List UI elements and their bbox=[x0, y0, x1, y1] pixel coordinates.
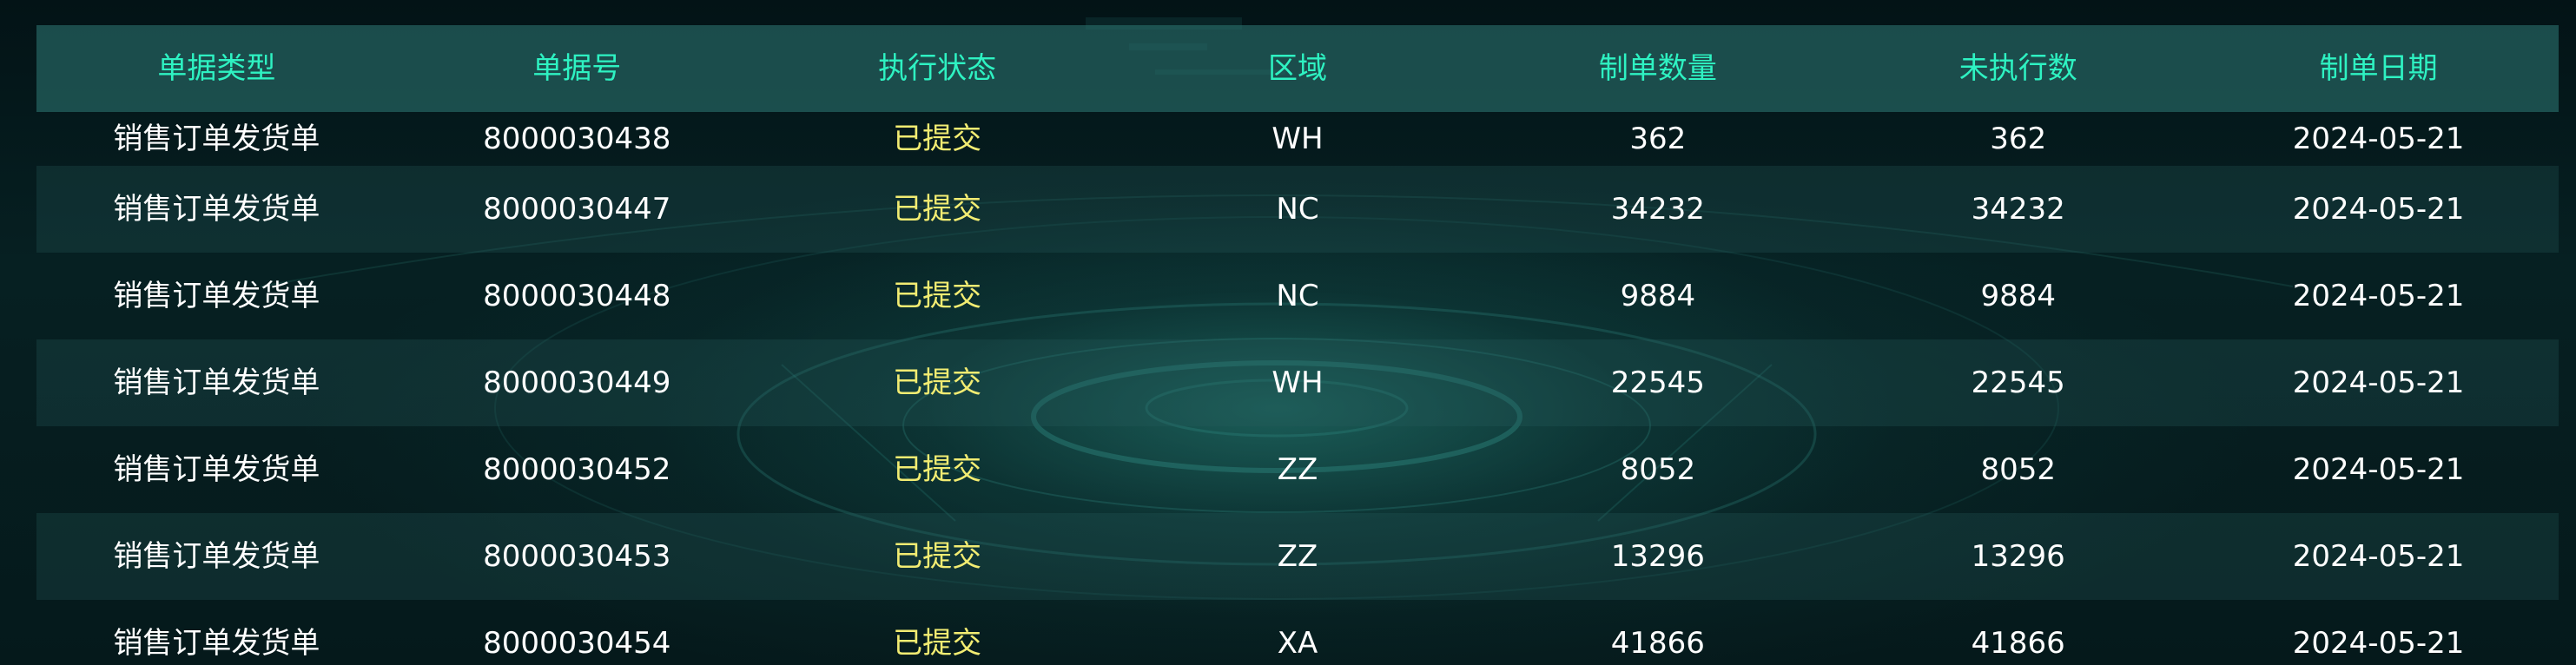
cell-unexecuted-count: 8052 bbox=[1980, 452, 2056, 487]
header-unexecuted-count[interactable]: 未执行数 bbox=[1838, 25, 2198, 112]
cell-execution-status: 已提交 bbox=[893, 192, 982, 227]
cell-order-quantity: 41866 bbox=[1610, 626, 1705, 661]
cell-region: ZZ bbox=[1277, 539, 1318, 574]
table-row[interactable]: 销售订单发货单 8000030448 已提交 NC 9884 9884 2024… bbox=[36, 253, 2559, 339]
cell-region: ZZ bbox=[1277, 452, 1318, 487]
cell-document-number: 8000030452 bbox=[483, 452, 671, 487]
cell-order-quantity: 8052 bbox=[1620, 452, 1696, 487]
cell-unexecuted-count: 22545 bbox=[1971, 365, 2065, 400]
cell-unexecuted-count: 13296 bbox=[1971, 539, 2065, 574]
cell-document-number: 8000030438 bbox=[483, 122, 671, 156]
cell-region: WH bbox=[1271, 365, 1324, 400]
cell-execution-status: 已提交 bbox=[893, 626, 982, 661]
header-document-type[interactable]: 单据类型 bbox=[36, 25, 397, 112]
cell-order-quantity: 362 bbox=[1629, 122, 1687, 156]
cell-document-number: 8000030447 bbox=[483, 192, 671, 227]
table-row[interactable]: 销售订单发货单 8000030452 已提交 ZZ 8052 8052 2024… bbox=[36, 426, 2559, 513]
cell-document-number: 8000030454 bbox=[483, 626, 671, 661]
cell-region: NC bbox=[1276, 279, 1319, 313]
table-row[interactable]: 销售订单发货单 8000030438 已提交 WH 362 362 2024-0… bbox=[36, 112, 2559, 166]
header-order-quantity[interactable]: 制单数量 bbox=[1477, 25, 1838, 112]
cell-order-date: 2024-05-21 bbox=[2292, 626, 2465, 661]
cell-unexecuted-count: 362 bbox=[1990, 122, 2047, 156]
cell-order-date: 2024-05-21 bbox=[2292, 365, 2465, 400]
cell-order-quantity: 34232 bbox=[1610, 192, 1705, 227]
cell-region: XA bbox=[1277, 626, 1318, 661]
cell-document-number: 8000030453 bbox=[483, 539, 671, 574]
cell-document-type: 销售订单发货单 bbox=[113, 452, 320, 487]
header-execution-status[interactable]: 执行状态 bbox=[757, 25, 1118, 112]
cell-document-number: 8000030448 bbox=[483, 279, 671, 313]
table-row[interactable]: 销售订单发货单 8000030447 已提交 NC 34232 34232 20… bbox=[36, 166, 2559, 253]
cell-order-date: 2024-05-21 bbox=[2292, 452, 2465, 487]
cell-order-date: 2024-05-21 bbox=[2292, 122, 2465, 156]
cell-execution-status: 已提交 bbox=[893, 539, 982, 574]
cell-document-type: 销售订单发货单 bbox=[113, 192, 320, 227]
cell-execution-status: 已提交 bbox=[893, 122, 982, 156]
table-row[interactable]: 销售订单发货单 8000030454 已提交 XA 41866 41866 20… bbox=[36, 600, 2559, 665]
cell-order-date: 2024-05-21 bbox=[2292, 539, 2465, 574]
cell-unexecuted-count: 34232 bbox=[1971, 192, 2065, 227]
cell-execution-status: 已提交 bbox=[893, 365, 982, 400]
header-document-number[interactable]: 单据号 bbox=[397, 25, 757, 112]
cell-execution-status: 已提交 bbox=[893, 279, 982, 313]
cell-order-date: 2024-05-21 bbox=[2292, 279, 2465, 313]
table-header: 单据类型 单据号 执行状态 区域 制单数量 未执行数 制单日期 bbox=[36, 25, 2559, 112]
data-table: 单据类型 单据号 执行状态 区域 制单数量 未执行数 制单日期 销售订单发货单 … bbox=[36, 25, 2559, 665]
cell-order-quantity: 13296 bbox=[1610, 539, 1705, 574]
cell-region: WH bbox=[1271, 122, 1324, 156]
cell-execution-status: 已提交 bbox=[893, 452, 982, 487]
cell-document-number: 8000030449 bbox=[483, 365, 671, 400]
cell-document-type: 销售订单发货单 bbox=[113, 279, 320, 313]
table-body: 销售订单发货单 8000030438 已提交 WH 362 362 2024-0… bbox=[36, 112, 2559, 665]
cell-order-quantity: 22545 bbox=[1610, 365, 1705, 400]
header-region[interactable]: 区域 bbox=[1118, 25, 1478, 112]
cell-region: NC bbox=[1276, 192, 1319, 227]
cell-order-quantity: 9884 bbox=[1620, 279, 1696, 313]
cell-order-date: 2024-05-21 bbox=[2292, 192, 2465, 227]
table-row[interactable]: 销售订单发货单 8000030449 已提交 WH 22545 22545 20… bbox=[36, 339, 2559, 426]
header-order-date[interactable]: 制单日期 bbox=[2198, 25, 2559, 112]
cell-document-type: 销售订单发货单 bbox=[113, 626, 320, 661]
cell-document-type: 销售订单发货单 bbox=[113, 365, 320, 400]
table-row[interactable]: 销售订单发货单 8000030453 已提交 ZZ 13296 13296 20… bbox=[36, 513, 2559, 600]
cell-unexecuted-count: 9884 bbox=[1980, 279, 2056, 313]
cell-document-type: 销售订单发货单 bbox=[113, 539, 320, 574]
cell-document-type: 销售订单发货单 bbox=[113, 122, 320, 156]
cell-unexecuted-count: 41866 bbox=[1971, 626, 2065, 661]
